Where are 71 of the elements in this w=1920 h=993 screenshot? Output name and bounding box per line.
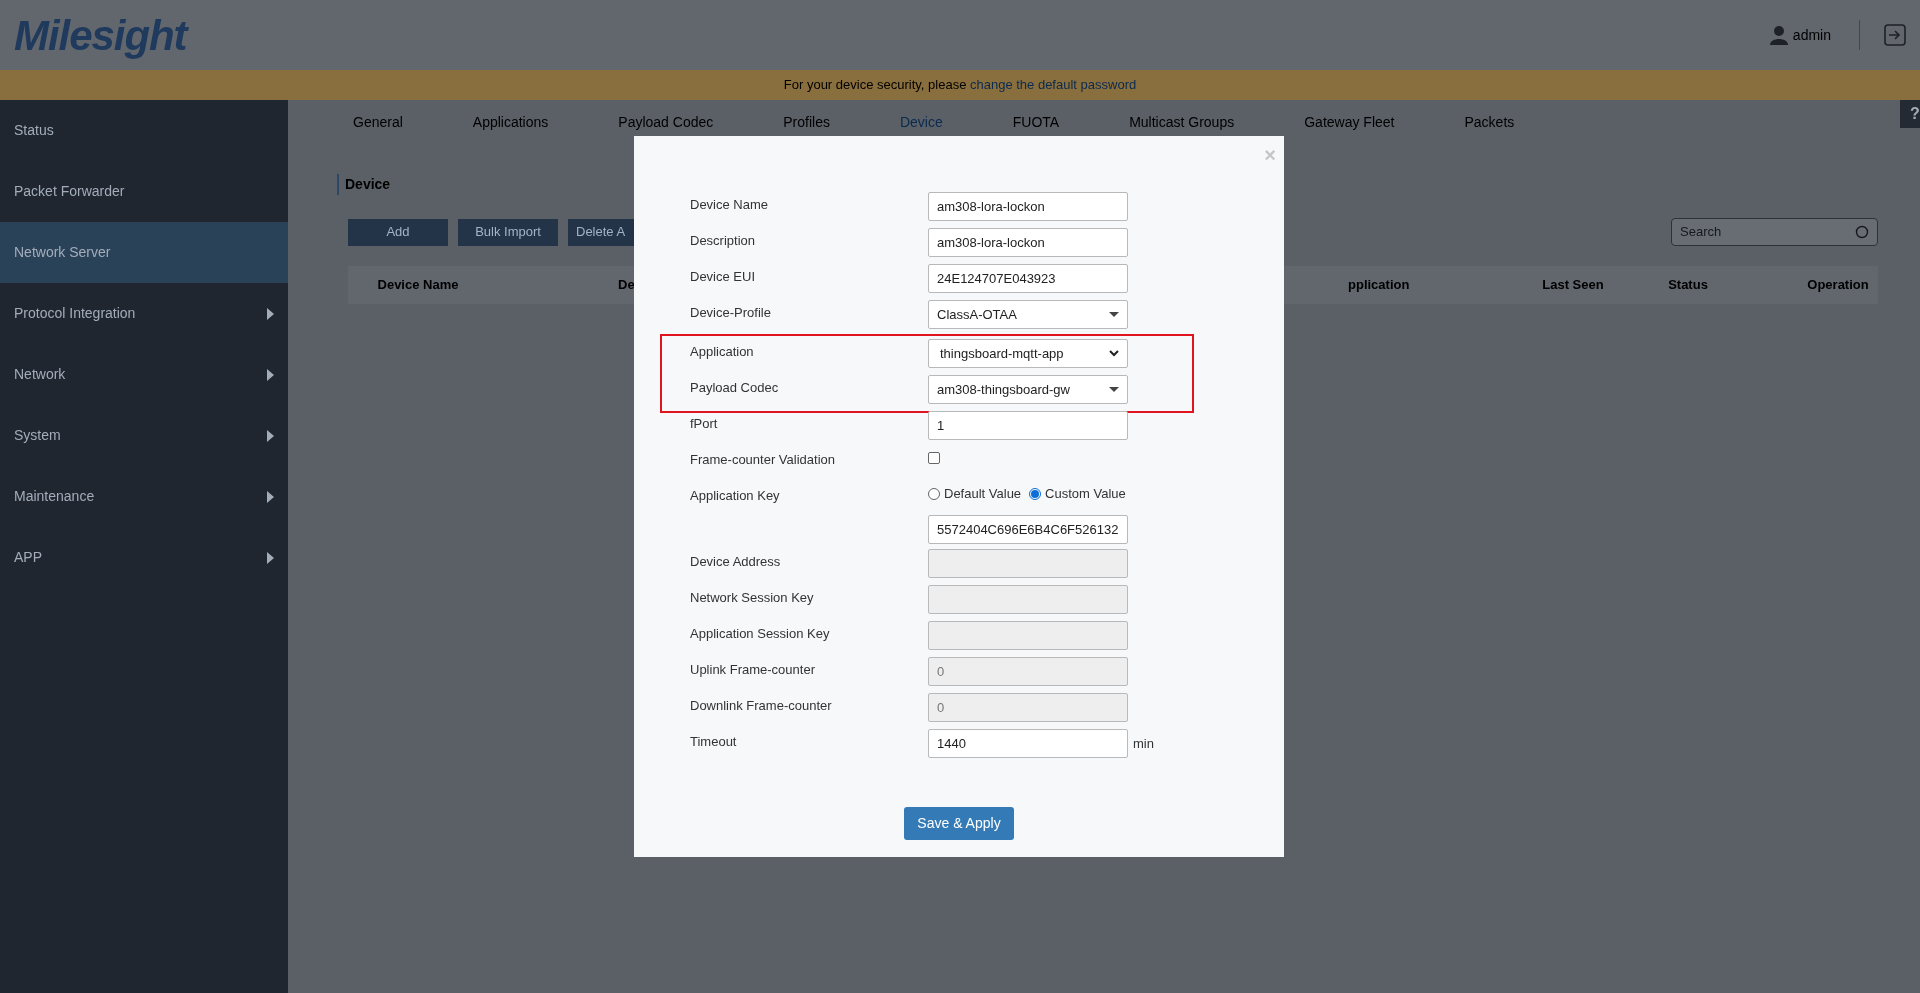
- input-field[interactable]: 1440: [928, 729, 1128, 758]
- tab[interactable]: General: [353, 111, 403, 133]
- tab[interactable]: FUOTA: [1012, 111, 1060, 133]
- column-header: De: [618, 276, 636, 295]
- expand-arrow-icon: [267, 368, 274, 381]
- sidebar-item[interactable]: Network Server: [0, 222, 288, 283]
- sidebar-item[interactable]: Packet Forwarder: [0, 161, 288, 222]
- user-icon: [1768, 25, 1789, 45]
- field-label: Application Key: [690, 487, 781, 505]
- field-label: Application Session Key: [690, 625, 831, 643]
- input-field[interactable]: am308-lora-lockon: [928, 192, 1128, 221]
- input-field[interactable]: am308-lora-lockon: [928, 228, 1128, 257]
- field-label: Device Address: [690, 553, 782, 571]
- tab[interactable]: Applications: [472, 111, 549, 133]
- field-label: Application: [690, 343, 755, 361]
- field-label: Frame-counter Validation: [690, 451, 836, 469]
- field-label: Timeout: [690, 733, 738, 751]
- user-name[interactable]: admin: [1792, 24, 1831, 46]
- logo: Milesight: [14, 10, 187, 61]
- security-notice: For your device security, please change the default password: [783, 76, 1137, 95]
- field-label: fPort: [690, 415, 719, 433]
- field-label: Downlink Frame-counter: [690, 697, 833, 715]
- column-header: Status: [1667, 276, 1709, 295]
- save-apply-button[interactable]: Save & Apply: [904, 807, 1014, 840]
- column-header: Device Name: [376, 276, 460, 295]
- toolbar-button[interactable]: Bulk Import: [458, 218, 558, 246]
- toolbar-button[interactable]: Add: [348, 218, 448, 246]
- toolbar-button[interactable]: Delete A: [568, 218, 634, 246]
- field-label: Device Name: [690, 196, 770, 214]
- chevron-down-icon: [1109, 350, 1119, 357]
- tab[interactable]: Payload Codec: [618, 111, 714, 133]
- sidebar-item[interactable]: APP: [0, 527, 288, 588]
- field-label: Device-Profile: [690, 304, 772, 322]
- checkbox[interactable]: [928, 452, 940, 464]
- section-title: Device: [337, 174, 391, 195]
- field-label: Network Session Key: [690, 589, 815, 607]
- input-field[interactable]: 5572404C696E6B4C6F526132: [928, 515, 1128, 544]
- radio-option[interactable]: Custom Value: [1029, 483, 1126, 504]
- logout-icon[interactable]: [1884, 24, 1906, 46]
- tab[interactable]: Multicast Groups: [1129, 111, 1235, 133]
- tab[interactable]: Profiles: [783, 111, 830, 133]
- column-header: Operation: [1806, 276, 1870, 295]
- expand-arrow-icon: [267, 429, 274, 442]
- sidebar-item[interactable]: Network: [0, 344, 288, 405]
- dropdown[interactable]: thingsboard-mqtt-app: [928, 339, 1128, 368]
- caret-icon: [1109, 312, 1119, 317]
- sidebar-item[interactable]: Status: [0, 100, 288, 161]
- expand-arrow-icon: [267, 490, 274, 503]
- column-header: pplication: [1348, 276, 1411, 295]
- search-icon: [1855, 225, 1869, 239]
- expand-arrow-icon: [267, 551, 274, 564]
- help-button[interactable]: ?: [1900, 100, 1920, 128]
- field-label: Description: [690, 232, 757, 250]
- unit-label: min: [1133, 734, 1154, 753]
- field-label: Device EUI: [690, 268, 757, 286]
- input-field[interactable]: 1: [928, 411, 1128, 440]
- caret-icon: [1109, 387, 1119, 392]
- expand-arrow-icon: [267, 307, 274, 320]
- search-field[interactable]: Search: [1671, 218, 1878, 246]
- radio-option[interactable]: Default Value: [928, 483, 1022, 504]
- sidebar-item[interactable]: Maintenance: [0, 466, 288, 527]
- field-label: Uplink Frame-counter: [690, 661, 816, 679]
- sidebar-item[interactable]: Protocol Integration: [0, 283, 288, 344]
- field-label: Payload Codec: [690, 379, 780, 397]
- tab[interactable]: Gateway Fleet: [1304, 111, 1395, 133]
- sidebar-item[interactable]: System: [0, 405, 288, 466]
- column-header: Last Seen: [1541, 276, 1605, 295]
- input-field[interactable]: 24E124707E043923: [928, 264, 1128, 293]
- tab[interactable]: Packets: [1464, 111, 1515, 133]
- dropdown[interactable]: am308-thingsboard-gw: [928, 375, 1128, 404]
- dropdown[interactable]: ClassA-OTAA: [928, 300, 1128, 329]
